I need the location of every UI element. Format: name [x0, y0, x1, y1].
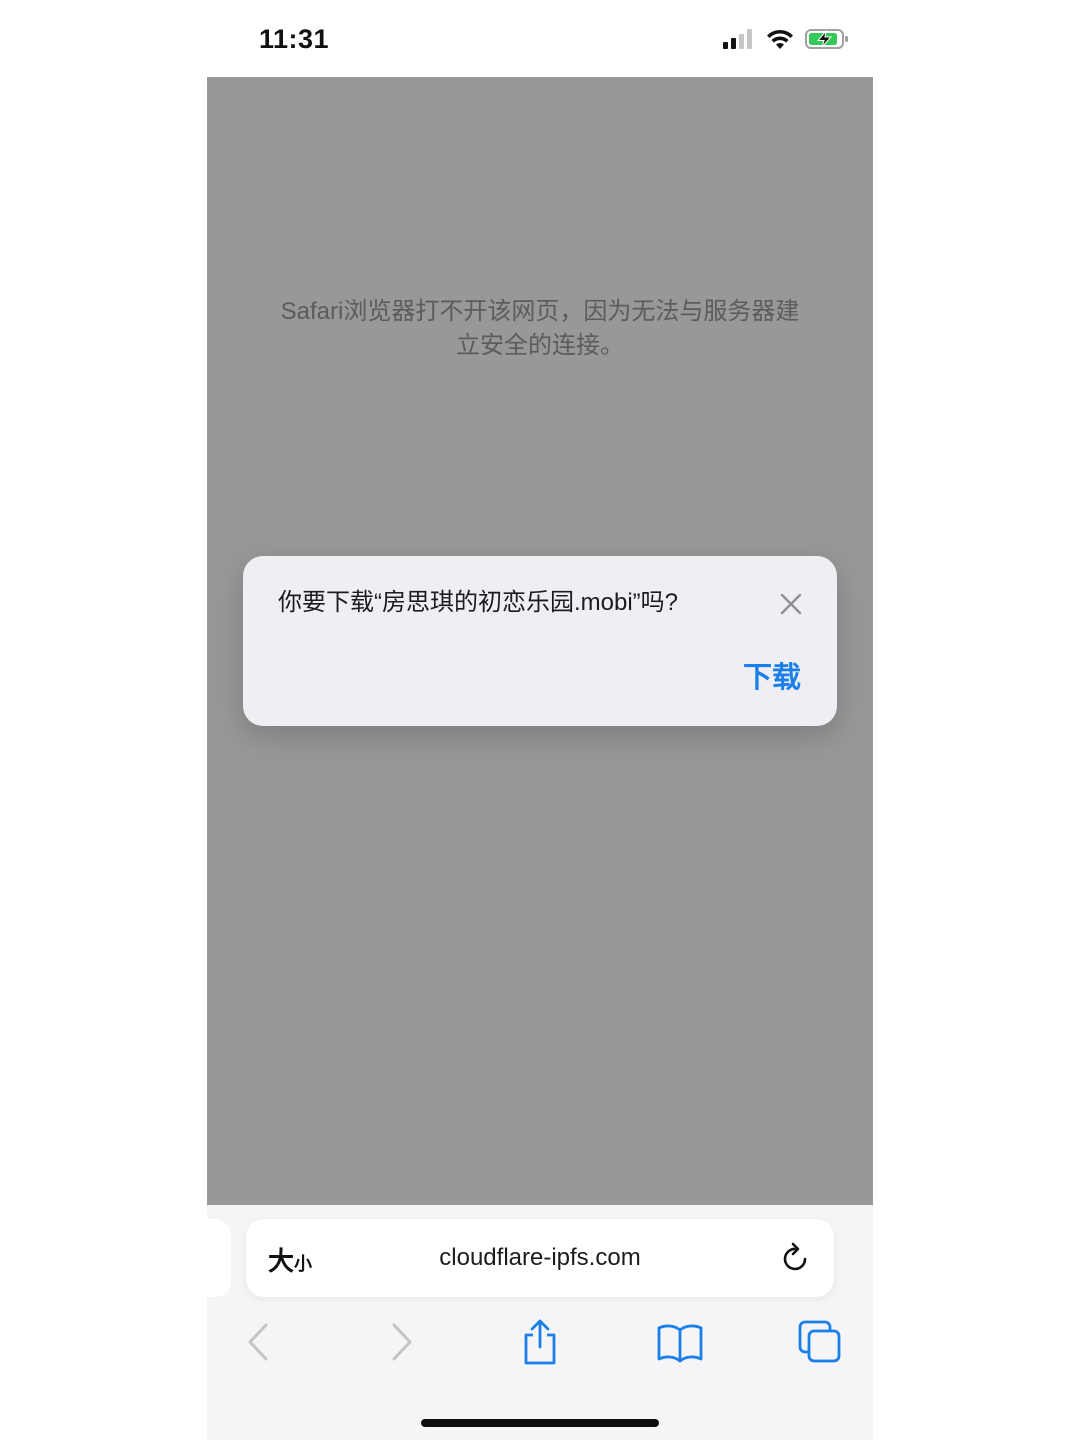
close-icon[interactable]	[779, 592, 803, 616]
cellular-signal-icon	[723, 29, 752, 49]
status-icons	[723, 28, 849, 50]
bookmarks-icon[interactable]	[655, 1317, 705, 1367]
web-content: Safari浏览器打不开该网页，因为无法与服务器建立安全的连接。 你要下载“房思…	[207, 77, 873, 1205]
download-dialog: 你要下载“房思琪的初恋乐园.mobi”吗? 下载	[243, 556, 837, 726]
status-time: 11:31	[259, 24, 330, 54]
share-icon[interactable]	[515, 1317, 565, 1367]
back-icon[interactable]	[233, 1317, 283, 1367]
reload-icon[interactable]	[780, 1241, 812, 1275]
url-text[interactable]: cloudflare-ipfs.com	[246, 1244, 834, 1272]
download-button[interactable]: 下载	[743, 654, 801, 696]
home-indicator[interactable]	[421, 1419, 659, 1427]
error-message: Safari浏览器打不开该网页，因为无法与服务器建立安全的连接。	[280, 298, 800, 359]
navigation-row	[207, 1317, 873, 1367]
download-question: 你要下载“房思琪的初恋乐园.mobi”吗?	[278, 589, 679, 616]
previous-tab-preview[interactable]	[207, 1219, 231, 1297]
address-bar[interactable]: 大小 cloudflare-ipfs.com	[246, 1219, 834, 1297]
status-bar: 11:31	[207, 0, 873, 78]
wifi-icon	[767, 29, 793, 49]
tabs-icon[interactable]	[795, 1317, 845, 1367]
forward-icon[interactable]	[377, 1317, 427, 1367]
battery-charging-icon	[805, 29, 848, 49]
phone-screen: 11:31 Safari浏览器打不开该网页，因为无法与服务器建立安全的连接。 你…	[207, 0, 873, 1440]
bottom-toolbar: 大小 cloudflare-ipfs.com	[207, 1205, 873, 1440]
